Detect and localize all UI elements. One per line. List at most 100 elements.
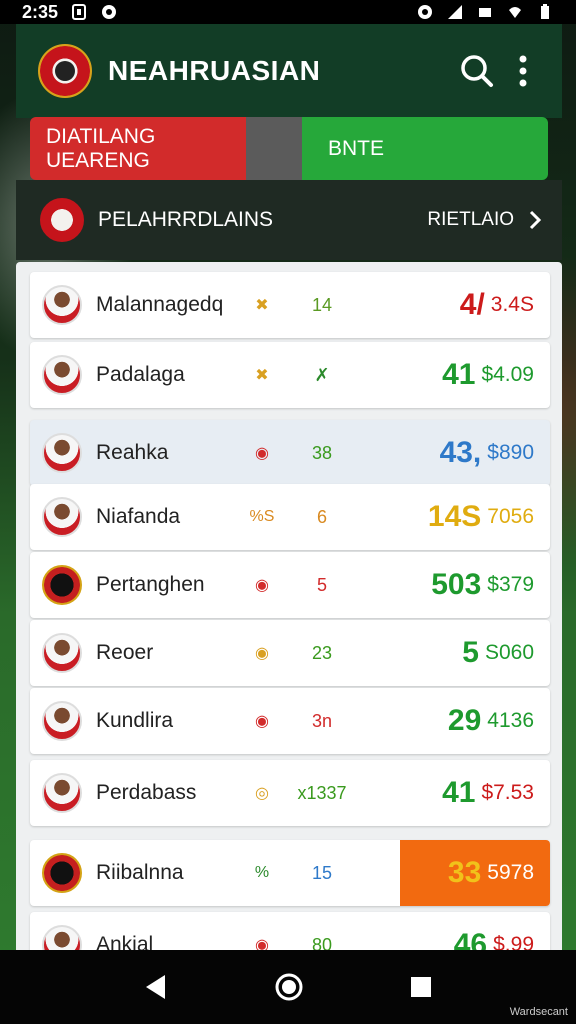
player-score: 5 S060	[370, 620, 550, 686]
player-status-icon: ◉	[255, 937, 269, 950]
player-number: 15	[311, 862, 333, 883]
score-value: $7.53	[481, 781, 534, 804]
score-main: 5	[462, 636, 479, 669]
app-title: NEAHRUASIAN	[108, 55, 321, 86]
player-status-icon: %	[254, 864, 270, 881]
score-main: 33	[447, 856, 482, 889]
player-number: ✗	[314, 364, 330, 385]
score-value: $4.09	[481, 363, 534, 386]
player-row[interactable]: Pertanghen ◉ 5 503 $379	[30, 552, 550, 618]
recents-icon[interactable]	[409, 975, 433, 999]
navigation-bar	[0, 950, 576, 1024]
battery-icon	[541, 4, 549, 19]
section-details-link[interactable]: RIETLAIO	[427, 209, 542, 231]
player-number: 80	[311, 934, 333, 951]
player-status-icon: ◉	[255, 713, 269, 730]
player-score: 14S 7056	[370, 484, 550, 550]
player-number: 6	[316, 506, 327, 527]
player-score: 43, $890	[370, 420, 550, 486]
player-name: Ankial	[96, 933, 154, 950]
score-main: 503	[431, 568, 482, 601]
home-icon[interactable]	[274, 972, 304, 1002]
score-main: 29	[447, 704, 482, 737]
watermark-text: Wardsecant	[509, 1006, 568, 1018]
tab-first[interactable]: DIATILANG UEARENG	[30, 117, 246, 180]
player-number: 14	[311, 294, 333, 315]
player-number: 23	[311, 642, 333, 663]
player-score: 4/3.4S	[370, 272, 550, 338]
player-avatar	[42, 285, 82, 325]
player-row[interactable]: Niafanda %S 6 14S 7056	[30, 484, 550, 550]
overflow-menu-button[interactable]	[500, 48, 546, 94]
player-name: Kundlira	[96, 709, 174, 732]
score-main: 4/	[459, 288, 485, 321]
team-crest	[40, 198, 84, 242]
club-logo	[38, 44, 92, 98]
player-name: Malannagedq	[96, 293, 224, 316]
player-row[interactable]: Kundlira ◉ 3n 29 4136	[30, 688, 550, 754]
status-time: 2:35	[22, 1, 59, 22]
back-icon[interactable]	[143, 973, 169, 1001]
player-status-icon: ◎	[255, 785, 269, 802]
score-value: 5978	[487, 861, 534, 884]
player-status-icon: ✖	[255, 367, 269, 384]
player-score: 29 4136	[370, 688, 550, 754]
tab-bar: DIATILANG UEARENG BNTE	[30, 117, 548, 180]
player-row[interactable]: Ankial ◉ 80 46 $.99	[30, 912, 550, 950]
score-main: 14S	[427, 500, 482, 533]
player-row[interactable]: Reahka ◉ 38 43, $890	[30, 420, 550, 486]
score-main: 43,	[439, 436, 482, 469]
player-status-icon: ✖	[255, 297, 269, 314]
player-name: Perdabass	[96, 781, 197, 804]
player-number: 3n	[311, 710, 333, 731]
score-value: $890	[487, 441, 534, 464]
player-status-icon: ◉	[255, 445, 269, 462]
section-header: PELAHRRDLAINS RIETLAIO	[16, 180, 562, 260]
player-row[interactable]: Reoer ◉ 23 5 S060	[30, 620, 550, 686]
player-avatar	[42, 633, 82, 673]
search-button[interactable]	[454, 48, 500, 94]
player-avatar	[42, 355, 82, 395]
score-value: 7056	[487, 505, 534, 528]
score-main: 41	[442, 358, 476, 391]
player-avatar	[42, 773, 82, 813]
player-score: 41 $4.09	[370, 342, 550, 408]
wifi-icon	[509, 7, 521, 18]
data-icon	[479, 8, 491, 17]
player-status-icon: %S	[249, 508, 275, 525]
section-link-label: RIETLAIO	[427, 209, 514, 230]
player-score: 41 $7.53	[370, 760, 550, 826]
search-icon	[461, 55, 493, 87]
score-value: 4136	[487, 709, 534, 732]
player-list: Malannagedq ✖ 14 4/3.4S Padalaga ✖ ✗ 41 $4.09 Rea…	[16, 262, 562, 950]
player-name: Pertanghen	[96, 573, 205, 596]
app-notification-icon	[72, 4, 87, 20]
player-name: Padalaga	[96, 363, 185, 386]
status-bar: 2:35	[0, 0, 576, 24]
tab-second[interactable]: BNTE	[302, 117, 548, 180]
player-avatar	[42, 853, 82, 893]
signal-icon	[448, 5, 462, 19]
player-number: 5	[316, 574, 327, 595]
player-row[interactable]: Malannagedq ✖ 14 4/3.4S	[30, 272, 550, 338]
player-row[interactable]: Riibalnna% 15 33 5978	[30, 840, 550, 906]
tab-divider[interactable]	[246, 117, 302, 180]
player-number: 38	[311, 442, 333, 463]
player-name: Niafanda	[96, 505, 181, 528]
player-score: 46 $.99	[370, 912, 550, 950]
player-row[interactable]: Padalaga ✖ ✗ 41 $4.09	[30, 342, 550, 408]
player-status-icon: ◉	[255, 577, 269, 594]
player-row[interactable]: Perdabass ◎ x1337 41 $7.53	[30, 760, 550, 826]
player-name: Riibalnna	[96, 861, 184, 884]
score-value: 3.4S	[490, 293, 534, 316]
player-avatar	[42, 433, 82, 473]
score-value: $.99	[493, 933, 534, 950]
player-avatar	[42, 925, 82, 950]
player-avatar	[42, 497, 82, 537]
player-score: 33 5978	[400, 840, 550, 906]
sync-icon	[102, 5, 117, 19]
more-vertical-icon	[519, 55, 527, 87]
section-title: PELAHRRDLAINS	[98, 208, 274, 231]
player-name: Reoer	[96, 641, 154, 664]
score-value: S060	[484, 641, 534, 664]
